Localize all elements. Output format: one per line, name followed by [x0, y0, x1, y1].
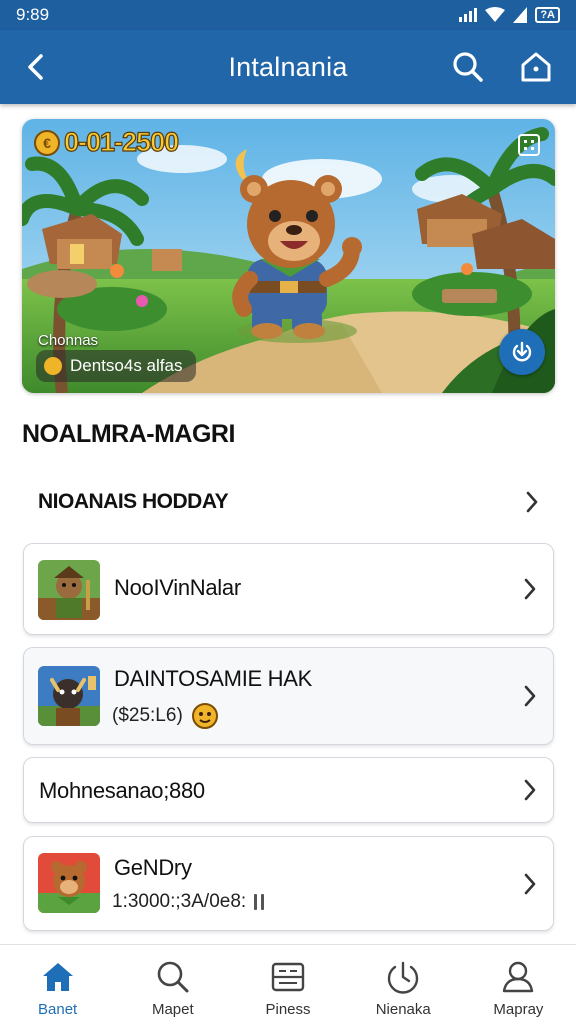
card-title: NooIVinNalar — [114, 575, 241, 600]
card-subtitle: 1:3000:;3A/0e8: — [112, 891, 247, 912]
battery-level: ?A — [535, 7, 560, 23]
gallery-button[interactable] — [517, 133, 541, 157]
home-icon — [42, 963, 73, 991]
status-time: 9:89 — [16, 5, 50, 24]
wifi-icon — [485, 7, 506, 22]
chevron-right-icon — [526, 491, 538, 513]
nav-label: Mapray — [493, 1001, 544, 1018]
home-button[interactable] — [518, 49, 554, 85]
nav-item-search[interactable]: Mapet — [115, 945, 230, 1024]
coin-balance: € 0-01-2500 — [34, 126, 180, 158]
coin-icon: € — [34, 129, 60, 156]
pause-icon — [254, 894, 265, 910]
status-bar: 9:89 ?A — [0, 0, 576, 30]
character-name: Chonnas — [38, 332, 99, 349]
hero-banner[interactable]: € 0-01-2500 Chonnas Dentso4s alfas — [22, 119, 555, 393]
nav-item-inbox[interactable]: Piness — [230, 945, 345, 1024]
list-card[interactable]: DAINTOSAMIE HAK ($25:L6) — [23, 647, 554, 745]
list-card[interactable]: GeNDry 1:3000:;3A/0e8: — [23, 836, 554, 931]
list-row-holiday[interactable]: NIOANAIS HODDAY — [22, 474, 555, 530]
pencil-icon — [44, 357, 62, 375]
nav-label: Mapet — [151, 1001, 194, 1018]
chevron-right-icon — [524, 779, 536, 801]
card-thumbnail — [38, 853, 100, 913]
card-subtitle: ($25:L6) — [112, 705, 183, 726]
row-label: NIOANAIS HODDAY — [38, 490, 229, 513]
back-button[interactable] — [18, 49, 54, 85]
chevron-right-icon — [524, 873, 536, 895]
page-title: Intalnania — [228, 51, 348, 82]
grid-icon — [518, 134, 540, 156]
profile-icon — [503, 961, 534, 993]
power-icon — [512, 341, 532, 362]
chevron-left-icon — [28, 54, 43, 80]
app-bar: Intalnania — [0, 30, 576, 104]
list-card[interactable]: NooIVinNalar — [23, 543, 554, 635]
card-thumbnail — [38, 560, 100, 620]
nav-item-profile[interactable]: Mapray — [461, 945, 576, 1024]
card-title: DAINTOSAMIE HAK — [114, 666, 313, 691]
search-icon — [453, 52, 483, 82]
home-icon — [521, 52, 551, 82]
nav-label: Nienaka — [375, 1001, 431, 1018]
card-title: Mohnesanao;880 — [39, 778, 205, 803]
cellular-icon — [513, 7, 528, 23]
nav-item-home[interactable]: Banet — [0, 945, 115, 1024]
card-thumbnail — [38, 666, 100, 726]
section-title: NOALMRA-MAGRI — [22, 420, 235, 448]
signal-icon — [459, 8, 478, 22]
search-icon — [157, 961, 189, 993]
card-title: GeNDry — [114, 855, 192, 880]
bottom-navigation: Banet Mapet Piness Nienaka Mapray — [0, 944, 576, 1024]
download-button[interactable] — [499, 329, 545, 375]
inbox-icon — [271, 962, 305, 992]
search-button[interactable] — [450, 49, 486, 85]
nav-label: Banet — [38, 1001, 78, 1018]
face-icon — [191, 703, 218, 729]
timer-icon — [388, 961, 419, 994]
chevron-right-icon — [524, 685, 536, 707]
card-price-row: ($25:L6) — [112, 703, 219, 729]
status-icons: ?A — [459, 7, 560, 23]
coin-value: 0-01-2500 — [63, 126, 179, 157]
character-pill-label: Dentso4s alfas — [70, 356, 183, 375]
nav-label: Piness — [265, 1001, 311, 1018]
card-meta-row: 1:3000:;3A/0e8: — [112, 891, 266, 913]
app-root: 9:89 ?A Intalnania € 0-01-2500 Chonnas D… — [0, 0, 576, 1024]
battery-icon: ?A — [535, 7, 560, 23]
list-card[interactable]: Mohnesanao;880 — [23, 757, 554, 823]
nav-item-timer[interactable]: Nienaka — [346, 945, 461, 1024]
character-pill[interactable]: Dentso4s alfas — [36, 350, 197, 382]
chevron-right-icon — [524, 578, 536, 600]
